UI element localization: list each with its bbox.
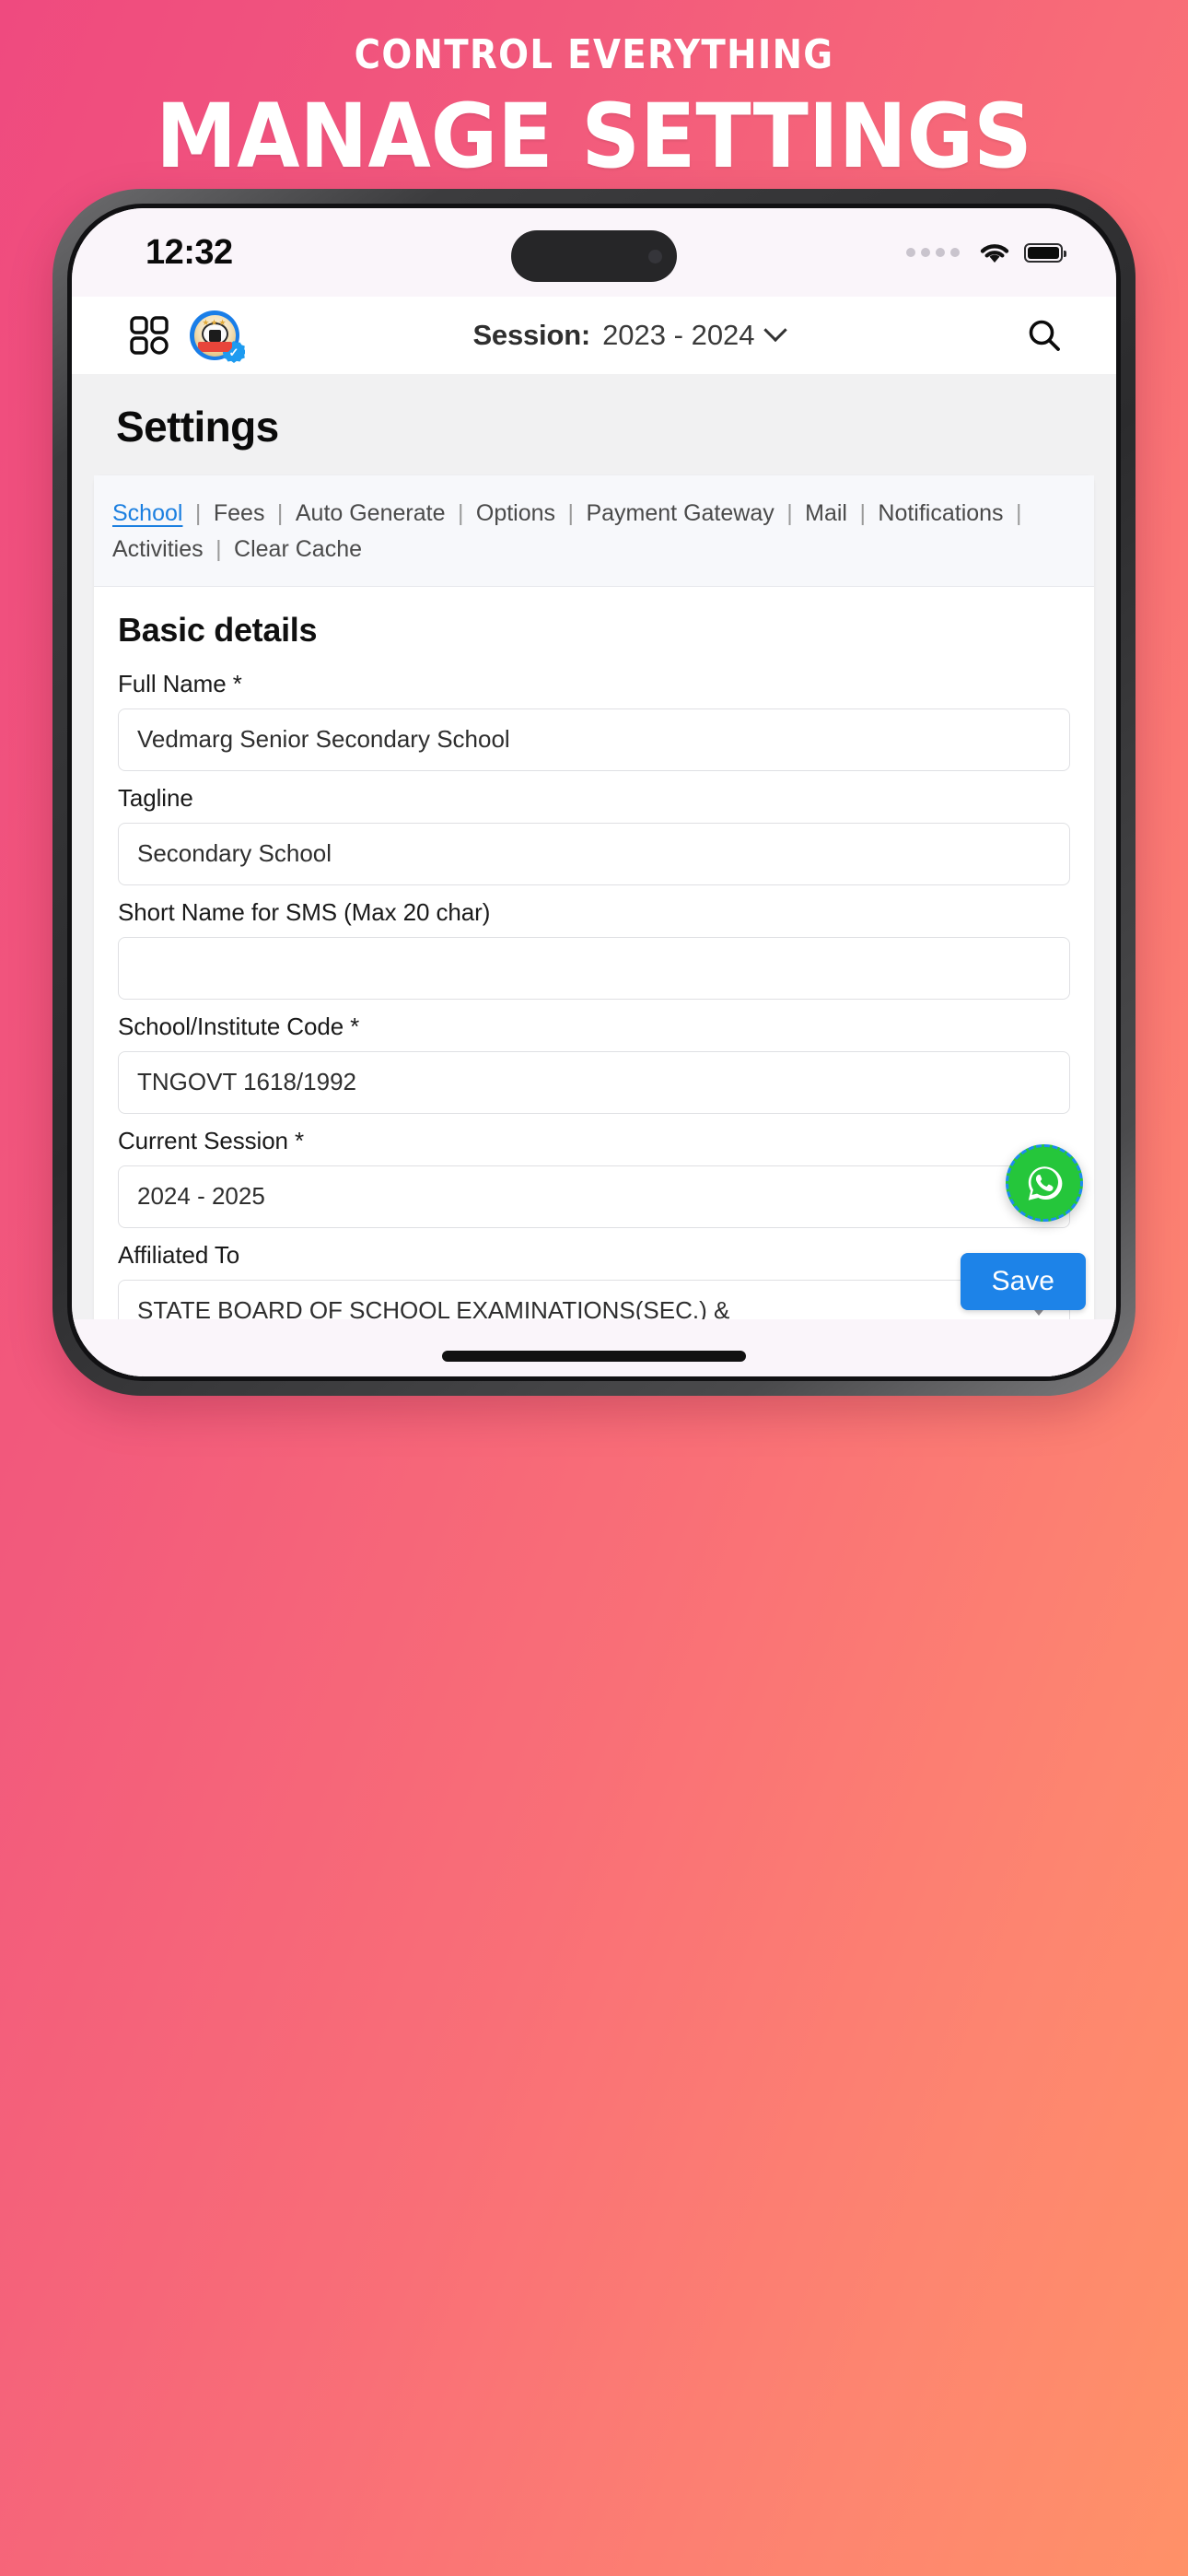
field-current-session: Current Session * 2024 - 2025 <box>118 1127 1070 1228</box>
tab-school[interactable]: School <box>112 500 182 526</box>
phone-screen: 12:32 ★★★ ✓ Session: 2023 - 2024 Setting… <box>72 208 1116 1376</box>
chevron-down-icon <box>763 318 787 343</box>
tab-options[interactable]: Options <box>476 500 555 526</box>
logo-emblem-icon <box>208 329 221 342</box>
page-content: Settings School | Fees | Auto Generate |… <box>72 374 1116 1376</box>
wifi-icon <box>978 240 1011 264</box>
settings-card: School | Fees | Auto Generate | Options … <box>94 475 1094 1376</box>
session-selector[interactable]: Session: 2023 - 2024 <box>250 318 1006 352</box>
logo-core: ★★★ <box>193 314 236 357</box>
tab-separator: | <box>276 500 284 526</box>
field-short-name-sms: Short Name for SMS (Max 20 char) <box>118 898 1070 1000</box>
field-label: Affiliated To <box>118 1240 240 1269</box>
tagline-input[interactable]: Secondary School <box>118 822 1070 885</box>
tab-fees[interactable]: Fees <box>214 500 265 526</box>
school-code-input[interactable]: TNGOVT 1618/1992 <box>118 1050 1070 1114</box>
tab-separator: | <box>1016 500 1022 526</box>
ios-status-bar: 12:32 <box>72 208 1116 297</box>
tab-separator: | <box>457 500 464 526</box>
section-title: Basic details <box>118 610 318 649</box>
tab-separator: | <box>567 500 575 526</box>
session-value: 2023 - 2024 <box>602 319 755 351</box>
home-indicator[interactable] <box>442 1351 746 1362</box>
full-name-input[interactable]: Vedmarg Senior Secondary School <box>118 708 1070 771</box>
short-name-sms-input[interactable] <box>118 936 1070 1000</box>
tab-payment-gateway[interactable]: Payment Gateway <box>586 500 774 526</box>
session-label: Session: <box>472 319 591 351</box>
field-label: Tagline <box>118 783 193 812</box>
cellular-signal-icon <box>906 248 960 257</box>
tab-notifications[interactable]: Notifications <box>878 500 1003 526</box>
tab-activities[interactable]: Activities <box>112 536 204 562</box>
field-full-name: Full Name * Vedmarg Senior Secondary Sch… <box>118 670 1070 771</box>
tab-mail[interactable]: Mail <box>805 500 847 526</box>
screen-bottom-area <box>72 1319 1116 1376</box>
school-logo-badge[interactable]: ★★★ ✓ <box>190 310 245 363</box>
tab-separator: | <box>859 500 866 526</box>
status-bar-time: 12:32 <box>146 232 233 272</box>
field-label: Short Name for SMS (Max 20 char) <box>118 897 491 926</box>
whatsapp-icon[interactable] <box>1006 1144 1083 1222</box>
select-value: 2024 - 2025 <box>137 1182 265 1210</box>
tab-clear-cache[interactable]: Clear Cache <box>234 536 362 562</box>
logo-ribbon <box>197 341 232 352</box>
app-header: ★★★ ✓ Session: 2023 - 2024 <box>72 297 1116 374</box>
field-tagline: Tagline Secondary School <box>118 784 1070 885</box>
phone-bezel: 12:32 ★★★ ✓ Session: 2023 - 2024 Setting… <box>67 204 1121 1381</box>
field-label: Full Name * <box>118 669 242 697</box>
phone-mockup: 12:32 ★★★ ✓ Session: 2023 - 2024 Setting… <box>52 189 1136 1396</box>
tab-separator: | <box>194 500 202 526</box>
promo-subtitle: CONTROL EVERYTHING <box>354 31 834 78</box>
current-session-select[interactable]: 2024 - 2025 <box>118 1165 1070 1228</box>
promo-title: MANAGE SETTINGS <box>156 85 1032 189</box>
tab-separator: | <box>786 500 793 526</box>
page-title: Settings <box>116 403 279 451</box>
dynamic-island <box>511 230 677 282</box>
promo-banner: CONTROL EVERYTHING MANAGE SETTINGS <box>0 31 1188 189</box>
basic-details-form: Basic details Full Name * Vedmarg Senior… <box>94 587 1094 1376</box>
front-camera-icon <box>648 249 662 263</box>
field-school-code: School/Institute Code * TNGOVT 1618/1992 <box>118 1013 1070 1114</box>
status-bar-indicators <box>906 240 1066 264</box>
settings-tabs: School | Fees | Auto Generate | Options … <box>94 475 1094 587</box>
search-icon[interactable] <box>1026 317 1063 354</box>
field-label: School/Institute Code * <box>118 1012 360 1040</box>
tab-separator: | <box>215 535 222 562</box>
save-button[interactable]: Save <box>960 1253 1086 1310</box>
tab-auto-generate[interactable]: Auto Generate <box>296 500 446 526</box>
grid-menu-icon[interactable] <box>129 315 169 356</box>
battery-icon <box>1024 242 1066 263</box>
logo-stars-icon: ★★★ <box>202 317 227 327</box>
field-label: Current Session * <box>118 1126 305 1154</box>
